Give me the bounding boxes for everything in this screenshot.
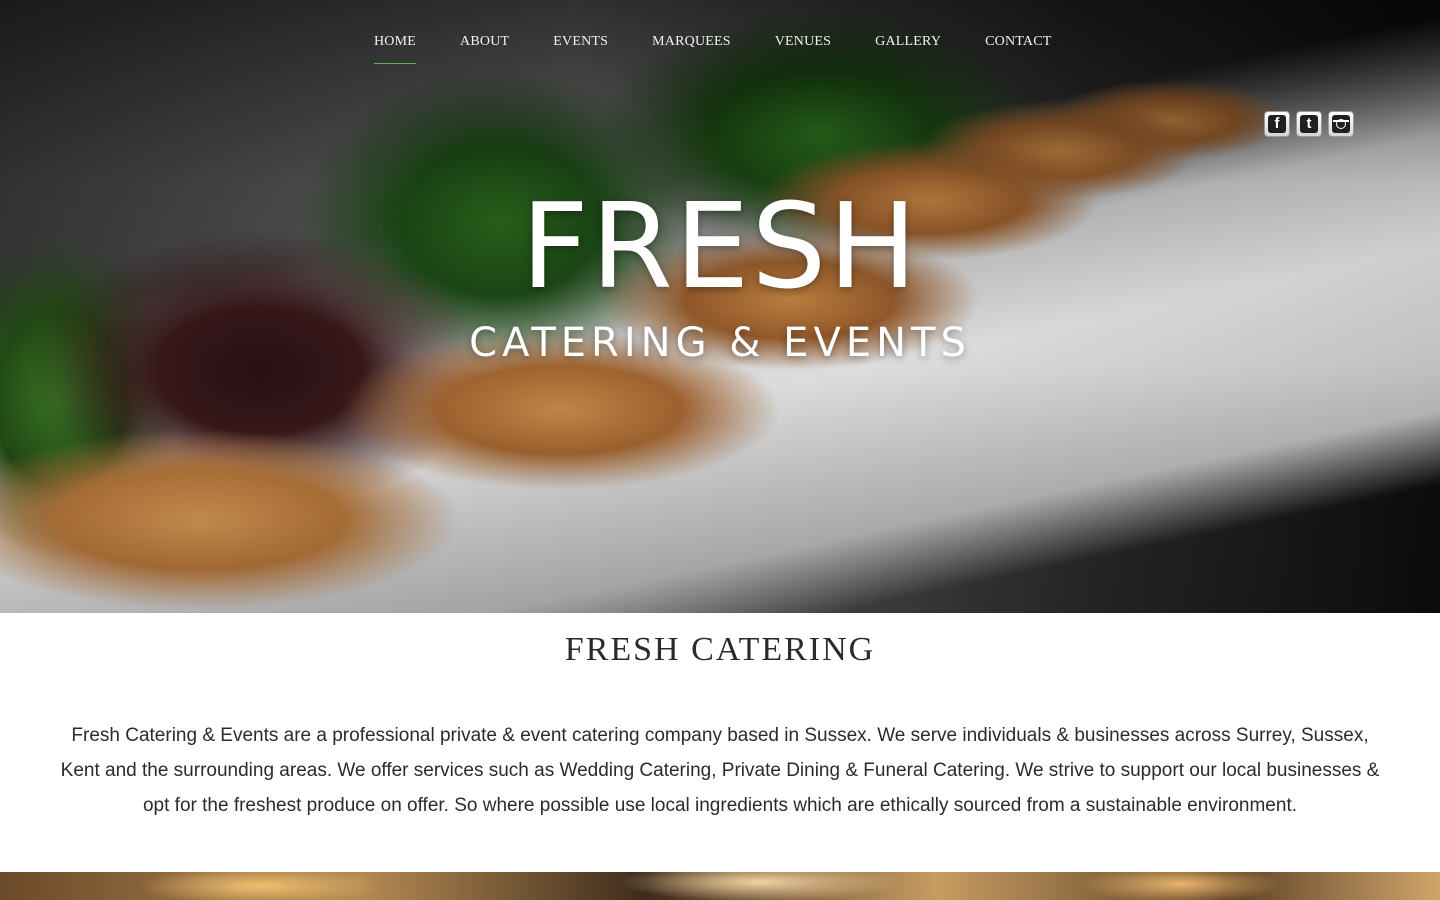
instagram-icon bbox=[1332, 115, 1350, 133]
facebook-link[interactable]: f bbox=[1264, 111, 1290, 137]
instagram-link[interactable] bbox=[1328, 111, 1354, 137]
page-title: FRESH CATERING bbox=[564, 631, 876, 668]
social-links: f t bbox=[1264, 111, 1354, 137]
intro-paragraph: Fresh Catering & Events are a profession… bbox=[60, 725, 1380, 816]
twitter-link[interactable]: t bbox=[1296, 111, 1322, 137]
nav-about[interactable]: ABOUT bbox=[460, 34, 509, 64]
hero-image: HOME ABOUT EVENTS MARQUEES VENUES GALLER… bbox=[0, 0, 1440, 613]
nav-events[interactable]: EVENTS bbox=[553, 34, 608, 64]
twitter-icon: t bbox=[1300, 115, 1318, 133]
secondary-banner-image bbox=[0, 872, 1440, 900]
nav-marquees[interactable]: MARQUEES bbox=[652, 34, 731, 64]
logo-tagline: CATERING & EVENTS bbox=[469, 320, 971, 366]
logo-wordmark: FRESH bbox=[520, 177, 920, 315]
main-nav: HOME ABOUT EVENTS MARQUEES VENUES GALLER… bbox=[374, 34, 1096, 64]
intro-section: FRESH CATERING Fresh Catering & Events a… bbox=[0, 613, 1440, 872]
facebook-icon: f bbox=[1268, 115, 1286, 133]
nav-contact[interactable]: CONTACT bbox=[985, 34, 1051, 64]
site-logo[interactable]: FRESH CATERING & EVENTS bbox=[0, 186, 1440, 366]
nav-home[interactable]: HOME bbox=[374, 34, 417, 64]
nav-venues[interactable]: VENUES bbox=[775, 34, 831, 64]
nav-gallery[interactable]: GALLERY bbox=[875, 34, 941, 64]
